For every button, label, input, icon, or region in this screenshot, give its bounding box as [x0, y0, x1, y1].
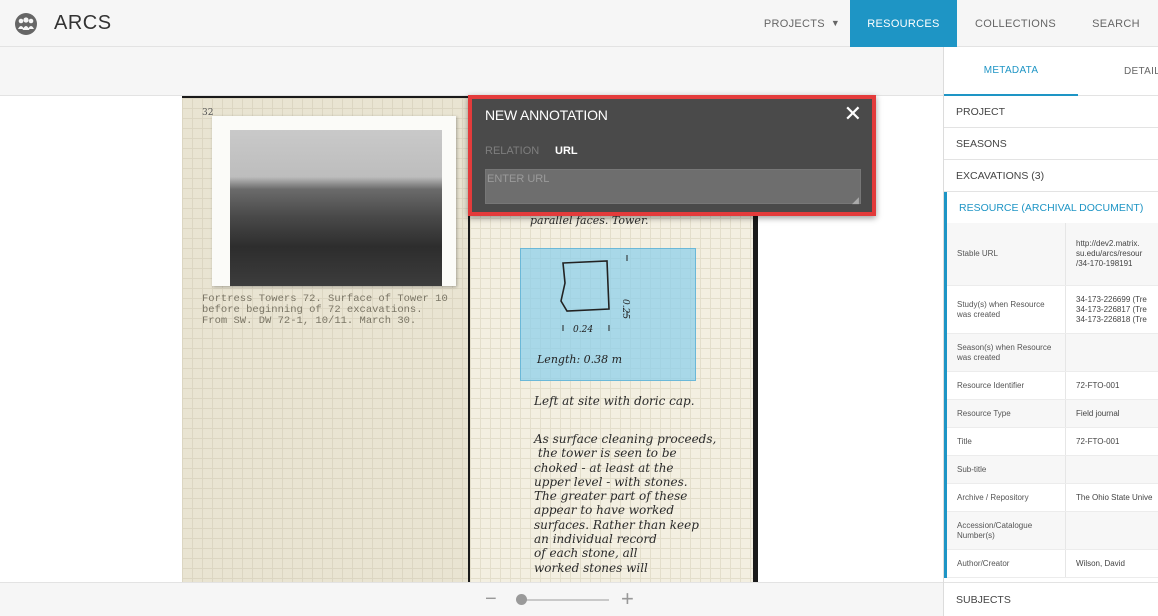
- nav-projects[interactable]: PROJECTS ▼: [754, 0, 850, 47]
- meta-label: Study(s) when Resource was created: [957, 299, 1045, 319]
- resize-grip-icon[interactable]: ◢: [852, 195, 859, 206]
- table-row: Resource Type Field journal: [947, 400, 1158, 428]
- table-row: Stable URL http://dev2.matrix. su.edu/ar…: [947, 223, 1158, 286]
- meta-value: 72-FTO-001: [1065, 428, 1158, 455]
- meta-label: Resource Identifier: [957, 380, 1025, 390]
- meta-value: Wilson, David: [1065, 550, 1158, 577]
- handwritten-note: Left at site with doric cap.: [534, 394, 695, 408]
- meta-label: Season(s) when Resource was created: [957, 342, 1052, 362]
- nav-collections[interactable]: COLLECTIONS: [957, 0, 1074, 47]
- chevron-down-icon: ▼: [830, 17, 841, 28]
- meta-label: Accession/Catalogue Number(s): [957, 520, 1033, 540]
- section-seasons[interactable]: SEASONS: [944, 128, 1158, 160]
- zoom-slider-handle[interactable]: [516, 594, 527, 605]
- section-subjects[interactable]: SUBJECTS: [944, 582, 1158, 616]
- sketch-length-label: Length: 0.38 m: [537, 353, 623, 366]
- meta-value: The Ohio State Unive: [1065, 484, 1158, 511]
- sketch-height-label: 0.25: [620, 299, 630, 319]
- url-input[interactable]: [485, 169, 861, 204]
- zoom-slider-track[interactable]: [517, 599, 609, 601]
- meta-label: Stable URL: [957, 249, 998, 258]
- meta-label: Archive / Repository: [957, 492, 1029, 502]
- handwritten-paragraph: As surface cleaning proceeds, the tower …: [534, 432, 717, 575]
- zoom-in-button[interactable]: +: [621, 588, 634, 610]
- meta-value: 72-FTO-001: [1065, 372, 1158, 399]
- tab-metadata[interactable]: METADATA: [944, 47, 1078, 96]
- notebook-left-page: 32 Fortress Towers 72. Surface of Tower …: [182, 98, 468, 582]
- section-excavations[interactable]: EXCAVATIONS (3): [944, 160, 1158, 192]
- nav-search[interactable]: SEARCH: [1074, 0, 1158, 47]
- main-nav: PROJECTS ▼ RESOURCES COLLECTIONS SEARCH: [754, 0, 1158, 47]
- table-row: Season(s) when Resource was created: [947, 334, 1158, 372]
- app-title[interactable]: ARCS: [54, 12, 112, 35]
- zoom-out-button[interactable]: −: [485, 589, 497, 609]
- meta-value: Field journal: [1065, 400, 1158, 427]
- table-row: Author/Creator Wilson, David: [947, 550, 1158, 578]
- table-row: Accession/Catalogue Number(s): [947, 512, 1158, 550]
- close-icon[interactable]: ✕: [844, 103, 862, 125]
- meta-value[interactable]: http://dev2.matrix. su.edu/arcs/resour /…: [1065, 223, 1158, 285]
- nav-resources[interactable]: RESOURCES: [850, 0, 957, 47]
- section-resource[interactable]: RESOURCE (ARCHIVAL DOCUMENT): [944, 192, 1158, 224]
- arcs-logo-icon[interactable]: [14, 12, 38, 36]
- tab-details[interactable]: DETAILS: [1124, 47, 1158, 96]
- annotation-highlight-region[interactable]: 0.24 0.25 Length: 0.38 m: [520, 248, 696, 381]
- new-annotation-dialog: NEW ANNOTATION ✕ RELATION URL ◢: [468, 95, 876, 216]
- meta-value: [1065, 512, 1158, 549]
- metadata-sidebar: METADATA DETAILS PROJECT SEASONS EXCAVAT…: [943, 47, 1158, 616]
- meta-value: [1065, 334, 1158, 371]
- photo-caption: Fortress Towers 72. Surface of Tower 10 …: [202, 293, 448, 327]
- table-row: Resource Identifier 72-FTO-001: [947, 372, 1158, 400]
- zoom-bar: − +: [0, 582, 943, 616]
- tab-url[interactable]: URL: [555, 145, 578, 157]
- sketch-width-label: 0.24: [573, 325, 593, 335]
- meta-value[interactable]: 34-173-226699 (Tre 34-173-226817 (Tre 34…: [1065, 286, 1158, 333]
- sidebar-tabs: METADATA DETAILS: [944, 47, 1158, 96]
- site-photo: [212, 116, 456, 286]
- meta-label: Sub-title: [957, 464, 987, 474]
- table-row: Study(s) when Resource was created 34-17…: [947, 286, 1158, 334]
- table-row: Archive / Repository The Ohio State Univ…: [947, 484, 1158, 512]
- meta-label: Title: [957, 436, 972, 446]
- table-row: Title 72-FTO-001: [947, 428, 1158, 456]
- tab-relation[interactable]: RELATION: [485, 145, 539, 157]
- meta-label: Author/Creator: [957, 558, 1010, 568]
- table-row: Sub-title: [947, 456, 1158, 484]
- meta-label: Resource Type: [957, 408, 1011, 418]
- nav-projects-label: PROJECTS: [763, 17, 825, 30]
- section-project[interactable]: PROJECT: [944, 96, 1158, 128]
- meta-value: [1065, 456, 1158, 483]
- site-photo-image: [230, 130, 442, 286]
- dialog-title: NEW ANNOTATION: [485, 107, 608, 123]
- resource-metadata-table: Stable URL http://dev2.matrix. su.edu/ar…: [944, 223, 1158, 578]
- viewer-toolbar: [0, 47, 943, 96]
- top-navbar: ARCS PROJECTS ▼ RESOURCES COLLECTIONS SE…: [0, 0, 1158, 47]
